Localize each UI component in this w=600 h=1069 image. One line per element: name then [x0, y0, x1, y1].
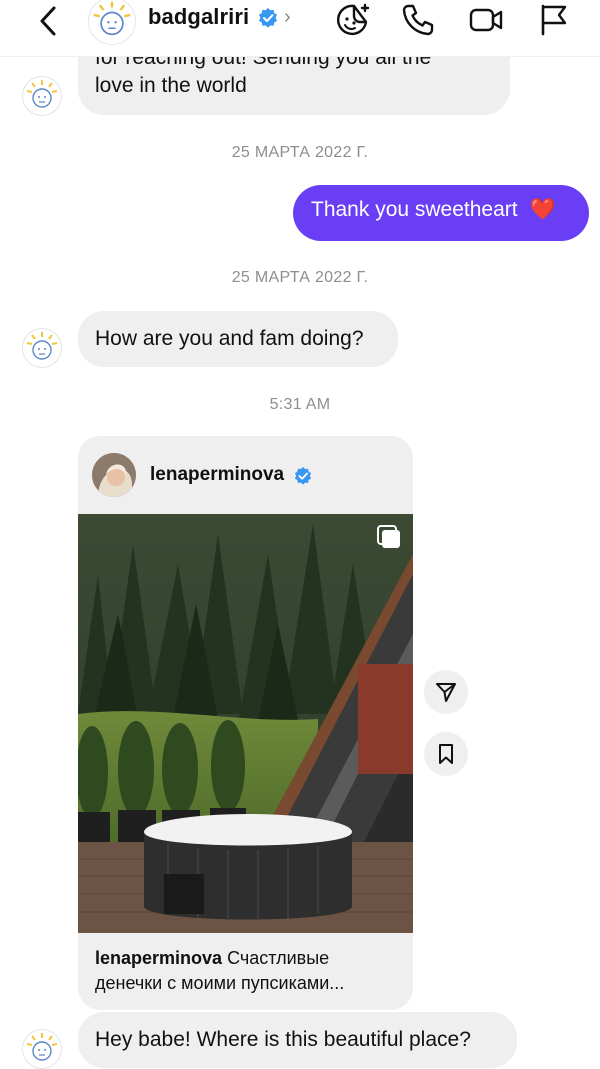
header-avatar[interactable] [88, 0, 136, 45]
sun-avatar-icon [89, 0, 135, 44]
date-separator: 25 МАРТА 2022 Г. [231, 269, 369, 286]
chevron-right-icon[interactable]: › [284, 7, 291, 27]
save-post-button[interactable] [424, 732, 468, 776]
sun-avatar-icon [23, 1030, 61, 1068]
contact-avatar[interactable] [22, 1029, 62, 1069]
contact-avatar[interactable] [22, 76, 62, 116]
caption-text: Счастливые [227, 948, 330, 968]
message-text-line: love in the world [95, 74, 247, 97]
message-text: Thank you sweetheart [311, 198, 518, 221]
message-bubble[interactable]: Hey babe! Where is this beautiful place? [78, 1012, 517, 1068]
message-text: How are you and fam doing? [95, 327, 364, 350]
contact-avatar[interactable] [22, 328, 62, 368]
chat-thread: for reaching out! Sending you all the lo… [0, 0, 600, 1069]
contact-username[interactable]: badgalriri [148, 4, 249, 30]
caption-text: денечки с моими пупсиками... [95, 973, 345, 993]
shared-post-card[interactable]: lenaperminova lenaperminova Счастливые д… [78, 436, 413, 1010]
hot-tub-forest-photo [78, 514, 413, 933]
bookmark-icon [439, 744, 453, 764]
sticker-icon[interactable] [334, 2, 370, 38]
heart-emoji: ❤️ [529, 198, 556, 221]
date-separator: 25 МАРТА 2022 Г. [231, 144, 369, 161]
sun-avatar-icon [23, 329, 61, 367]
message-bubble[interactable]: How are you and fam doing? [78, 311, 398, 367]
sun-avatar-icon [23, 77, 61, 115]
send-icon [436, 683, 456, 702]
outgoing-message-bubble[interactable]: Thank you sweetheart ❤️ [293, 185, 589, 241]
share-post-button[interactable] [424, 670, 468, 714]
back-chevron-icon[interactable] [34, 4, 64, 38]
verified-badge-icon [294, 467, 312, 485]
chat-header: badgalriri › [0, 0, 600, 57]
flag-icon[interactable] [536, 2, 572, 38]
caption-author[interactable]: lenaperminova [95, 948, 222, 968]
video-call-icon[interactable] [468, 2, 504, 38]
time-separator: 5:31 AM [269, 396, 331, 413]
person-photo-icon [92, 453, 136, 497]
phone-icon[interactable] [400, 2, 436, 38]
post-caption: lenaperminova Счастливые денечки с моими… [95, 946, 395, 996]
verified-badge-icon [259, 8, 277, 28]
post-author-name[interactable]: lenaperminova [150, 464, 284, 486]
message-text: Hey babe! Where is this beautiful place? [95, 1028, 471, 1051]
post-author-avatar[interactable] [92, 453, 136, 497]
post-image[interactable] [78, 514, 413, 933]
